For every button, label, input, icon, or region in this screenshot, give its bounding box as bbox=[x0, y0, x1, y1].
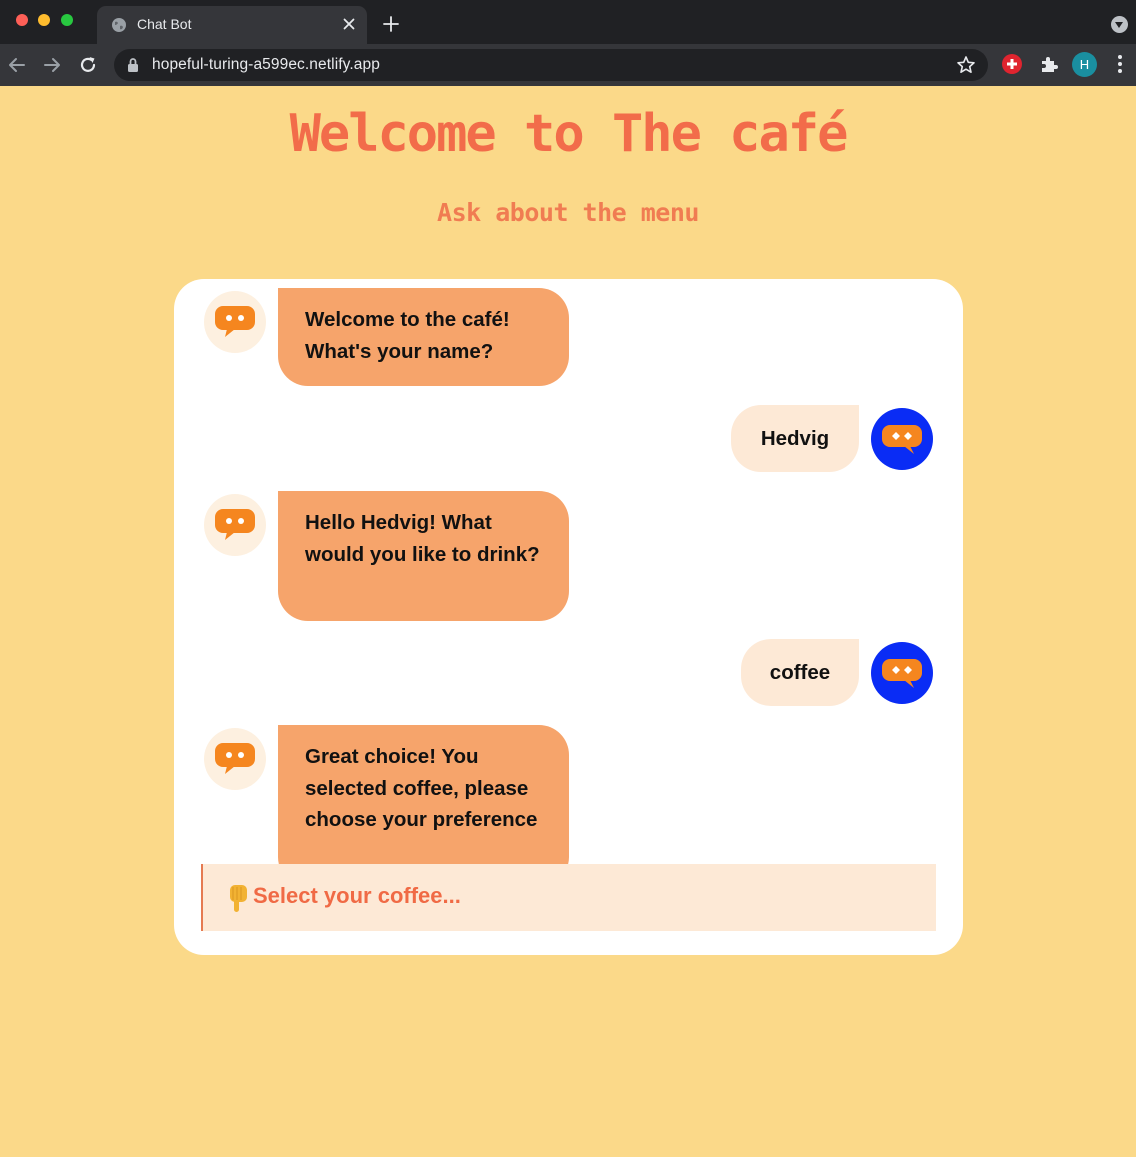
chat-bubble-icon bbox=[882, 659, 922, 688]
browser-menu-icon[interactable] bbox=[1112, 53, 1128, 75]
browser-titlebar: Chat Bot bbox=[0, 0, 1136, 44]
user-message: coffee bbox=[741, 639, 859, 706]
bot-message: Welcome to the café! What's your name? bbox=[278, 288, 569, 386]
browser-toolbar: hopeful-turing-a599ec.netlify.app H bbox=[0, 44, 1136, 86]
chat-bubble-icon bbox=[215, 743, 255, 774]
bot-message: Hello Hedvig! What would you like to dri… bbox=[278, 491, 569, 621]
user-avatar bbox=[871, 408, 933, 470]
select-placeholder: Select your coffee... bbox=[253, 883, 461, 908]
lock-icon bbox=[128, 58, 138, 72]
bot-avatar bbox=[204, 728, 266, 790]
globe-icon bbox=[112, 18, 126, 32]
bot-avatar bbox=[204, 291, 266, 353]
bot-avatar bbox=[204, 494, 266, 556]
reload-icon[interactable] bbox=[77, 54, 99, 76]
bot-message: Great choice! You selected coffee, pleas… bbox=[278, 725, 569, 864]
close-window-button[interactable] bbox=[16, 14, 28, 26]
minimize-window-button[interactable] bbox=[38, 14, 50, 26]
tab-title: Chat Bot bbox=[137, 16, 192, 32]
extensions-puzzle-icon[interactable] bbox=[1038, 53, 1060, 75]
page-title: Welcome to The café bbox=[289, 104, 849, 164]
user-message: Hedvig bbox=[731, 405, 859, 472]
maximize-window-button[interactable] bbox=[61, 14, 73, 26]
coffee-select[interactable]: Select your coffee... bbox=[201, 864, 936, 931]
tab-search-dropdown-icon[interactable] bbox=[1111, 16, 1128, 33]
back-arrow-icon[interactable] bbox=[6, 54, 28, 76]
forward-arrow-icon[interactable] bbox=[41, 54, 63, 76]
page-subtitle: Ask about the menu bbox=[437, 198, 699, 227]
chat-messages[interactable]: Welcome to the café! What's your name? H… bbox=[174, 279, 963, 864]
pointing-down-hand-icon bbox=[230, 885, 247, 912]
bookmark-star-icon[interactable] bbox=[956, 55, 976, 75]
browser-tab[interactable]: Chat Bot bbox=[97, 6, 367, 44]
chat-bubble-icon bbox=[882, 425, 922, 454]
profile-avatar[interactable]: H bbox=[1072, 52, 1097, 77]
chat-bubble-icon bbox=[215, 306, 255, 337]
chat-bubble-icon bbox=[215, 509, 255, 540]
user-avatar bbox=[871, 642, 933, 704]
chat-window: Welcome to the café! What's your name? H… bbox=[174, 279, 963, 955]
close-tab-icon[interactable] bbox=[341, 16, 357, 32]
new-tab-icon[interactable] bbox=[382, 15, 400, 33]
address-bar[interactable]: hopeful-turing-a599ec.netlify.app bbox=[114, 49, 988, 81]
extension-red-cross-icon[interactable] bbox=[1002, 54, 1022, 74]
url-text: hopeful-turing-a599ec.netlify.app bbox=[152, 56, 380, 73]
